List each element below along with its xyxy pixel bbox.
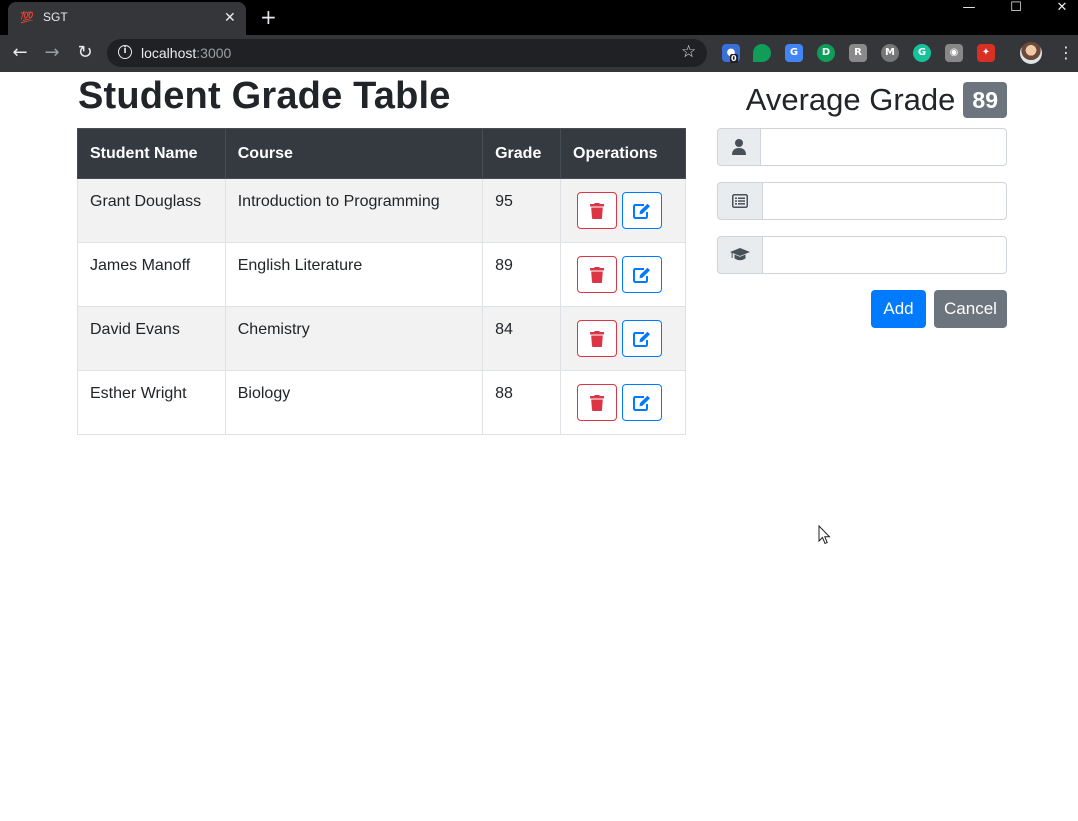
close-tab-icon[interactable]: ✕	[224, 9, 236, 27]
average-grade: Average Grade 89	[746, 82, 1007, 118]
url-text: localhost:3000	[141, 45, 232, 61]
tab-strip: 💯 SGT ✕ + — ☐ ✕	[0, 0, 1078, 35]
extension-badge: 0	[730, 54, 738, 63]
back-arrow-icon[interactable]: ←	[8, 42, 32, 66]
page-title: Student Grade Table	[78, 75, 451, 117]
table-header-row: Student Name Course Grade Operations	[77, 128, 686, 179]
grade-addon	[717, 236, 762, 274]
edit-button[interactable]	[622, 192, 663, 229]
cell-student-name: Esther Wright	[77, 370, 226, 435]
minimize-icon[interactable]: —	[946, 0, 992, 30]
hundred-points-icon: 💯	[20, 11, 34, 24]
trash-icon	[590, 266, 605, 283]
delete-button[interactable]	[577, 384, 618, 421]
header-student-name: Student Name	[77, 128, 226, 179]
tab-title: SGT	[43, 10, 68, 24]
cancel-button[interactable]: Cancel	[934, 290, 1007, 328]
student-name-addon	[717, 128, 760, 166]
edit-button[interactable]	[622, 384, 663, 421]
cell-student-name: David Evans	[77, 306, 226, 371]
reload-icon[interactable]: ↻	[73, 42, 97, 66]
page-content: Student Grade Table Average Grade 89 Stu…	[0, 72, 1078, 821]
delete-button[interactable]	[577, 256, 618, 293]
menu-kebab-icon[interactable]: ⋮	[1058, 43, 1074, 63]
extension-chat-icon[interactable]	[753, 44, 771, 62]
info-icon[interactable]: i	[118, 45, 132, 59]
edit-button[interactable]	[622, 256, 663, 293]
grade-input[interactable]	[762, 236, 1007, 274]
browser-tab[interactable]: 💯 SGT ✕	[8, 2, 246, 35]
extension-id-icon[interactable]: D	[817, 44, 835, 62]
extension-grammarly-icon[interactable]: G	[913, 44, 931, 62]
table-row: James Manoff English Literature 89	[77, 242, 686, 307]
table-row: Grant Douglass Introduction to Programmi…	[77, 178, 686, 243]
cell-course: Biology	[224, 370, 484, 435]
edit-button[interactable]	[622, 320, 663, 357]
cell-grade: 95	[482, 178, 562, 243]
close-window-icon[interactable]: ✕	[1039, 0, 1078, 30]
browser-toolbar: ← → ↻ i localhost:3000 ☆ ● 0 G D R M G ◉…	[0, 35, 1078, 72]
cell-course: Chemistry	[224, 306, 484, 371]
user-icon	[732, 139, 746, 155]
cell-grade: 88	[482, 370, 562, 435]
grade-group	[717, 236, 1007, 274]
table-row: Esther Wright Biology 88	[77, 370, 686, 435]
extension-puzzle-icon[interactable]: ✦	[977, 44, 995, 62]
header-operations: Operations	[560, 128, 686, 179]
course-group	[717, 182, 1007, 220]
grade-table: Student Name Course Grade Operations Gra…	[77, 128, 686, 435]
cell-grade: 84	[482, 306, 562, 371]
edit-icon	[633, 267, 651, 283]
cell-student-name: James Manoff	[77, 242, 226, 307]
cell-course: English Literature	[224, 242, 484, 307]
cell-operations	[560, 178, 686, 243]
delete-button[interactable]	[577, 192, 618, 229]
cell-grade: 89	[482, 242, 562, 307]
delete-button[interactable]	[577, 320, 618, 357]
cell-student-name: Grant Douglass	[77, 178, 226, 243]
student-name-input[interactable]	[760, 128, 1007, 166]
mouse-cursor-icon	[818, 525, 831, 545]
add-button[interactable]: Add	[871, 290, 926, 328]
new-tab-icon[interactable]: +	[260, 6, 277, 28]
trash-icon	[590, 330, 605, 347]
header-course: Course	[224, 128, 484, 179]
edit-icon	[633, 395, 651, 411]
browser-window: 💯 SGT ✕ + — ☐ ✕ ← → ↻ i localhost:3000 ☆…	[0, 0, 1078, 72]
cell-operations	[560, 306, 686, 371]
graduation-cap-icon	[730, 248, 750, 261]
extension-icon[interactable]: ● 0	[722, 44, 740, 63]
course-input[interactable]	[762, 182, 1007, 220]
extension-r-icon[interactable]: R	[849, 44, 867, 62]
list-icon	[732, 194, 748, 208]
cell-operations	[560, 242, 686, 307]
maximize-icon[interactable]: ☐	[993, 0, 1039, 30]
course-addon	[717, 182, 762, 220]
address-bar[interactable]: i localhost:3000 ☆	[107, 39, 707, 67]
table-row: David Evans Chemistry 84	[77, 306, 686, 371]
header-grade: Grade	[482, 128, 562, 179]
trash-icon	[590, 394, 605, 411]
extension-camera-icon[interactable]: ◉	[945, 44, 963, 62]
profile-avatar[interactable]	[1020, 42, 1042, 64]
average-grade-badge: 89	[963, 82, 1007, 118]
edit-icon	[633, 331, 651, 347]
extension-m-icon[interactable]: M	[881, 44, 899, 62]
forward-arrow-icon[interactable]: →	[40, 42, 64, 66]
cell-operations	[560, 370, 686, 435]
bookmark-star-icon[interactable]: ☆	[681, 42, 696, 62]
average-grade-label: Average Grade	[745, 82, 956, 117]
trash-icon	[590, 202, 605, 219]
extension-translate-icon[interactable]: G	[785, 44, 803, 62]
edit-icon	[633, 203, 651, 219]
student-name-group	[717, 128, 1007, 166]
cell-course: Introduction to Programming	[224, 178, 484, 243]
